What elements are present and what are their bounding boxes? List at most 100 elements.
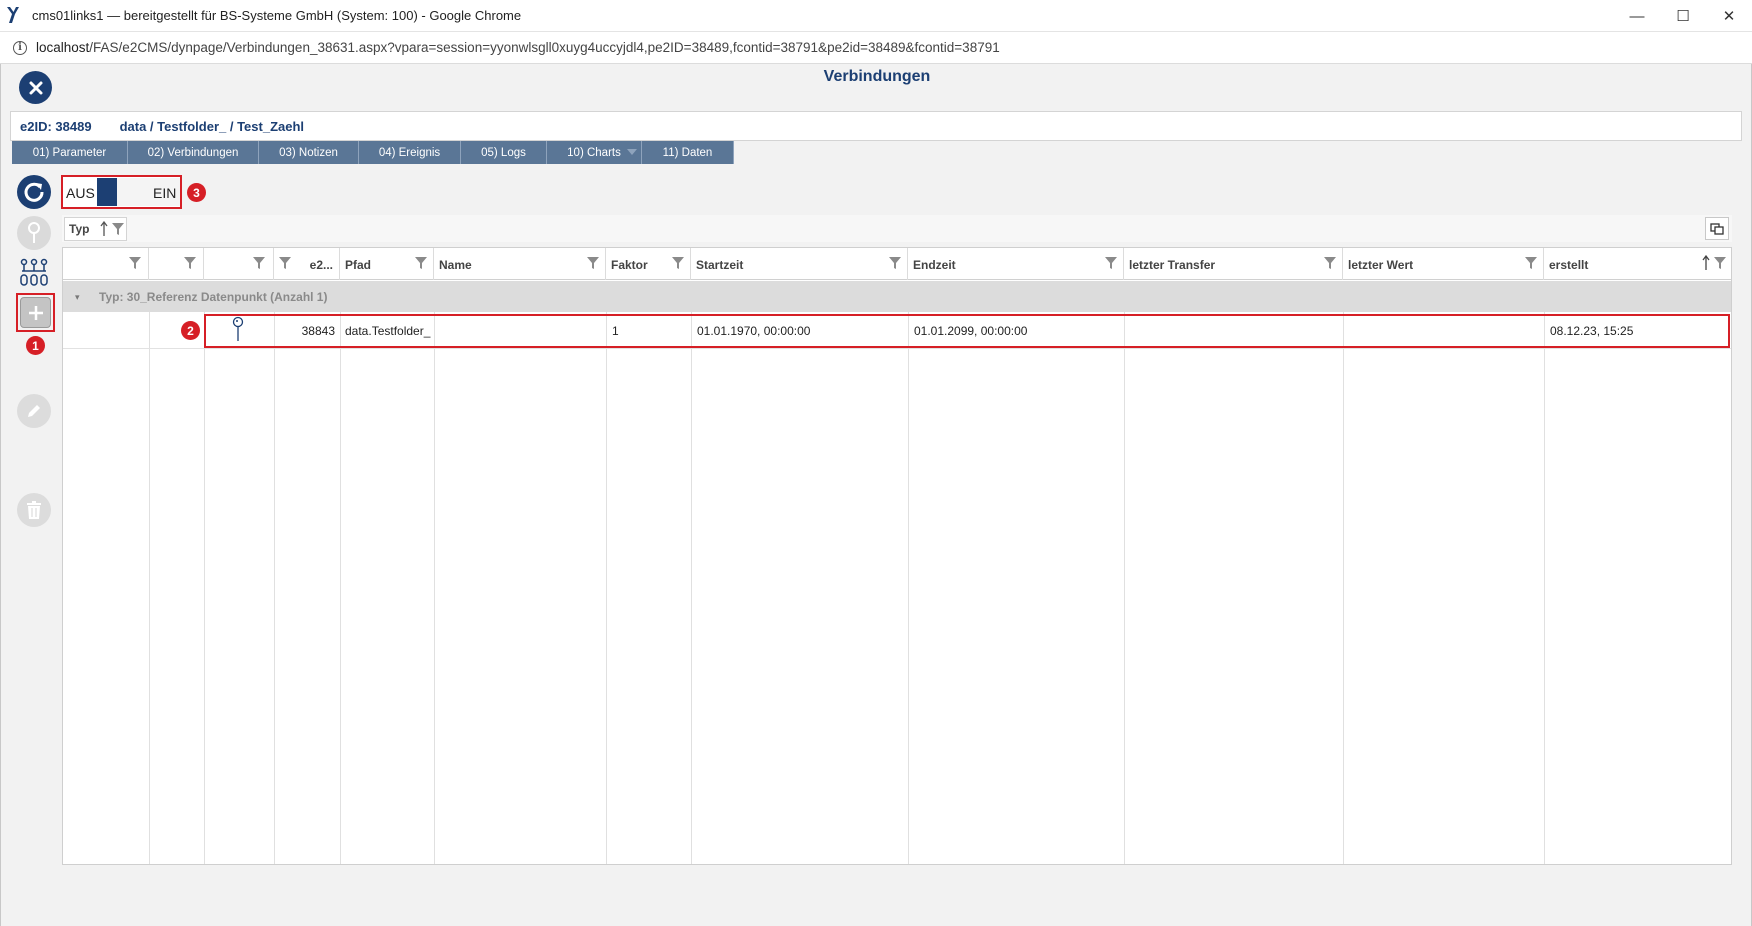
close-dialog-button[interactable] [19, 71, 52, 104]
object-path: data / Testfolder_ / Test_Zaehl [119, 118, 305, 134]
filter-icon[interactable] [278, 256, 292, 270]
page-title: Verbindungen [823, 68, 931, 85]
column-chooser-button[interactable] [1705, 217, 1729, 240]
plus-icon [28, 305, 43, 320]
header-col-endzeit[interactable]: Endzeit [908, 248, 1124, 280]
header-col-e2id[interactable]: e2... [274, 248, 340, 280]
filter-icon[interactable] [1713, 256, 1727, 270]
column-divider [149, 312, 150, 864]
header-name-label: Name [439, 258, 472, 272]
tab-charts[interactable]: 10) Charts [547, 141, 642, 164]
address-bar[interactable]: i localhost/FAS/e2CMS/dynpage/Verbindung… [0, 32, 1752, 64]
grid-header: e2... Pfad Name Faktor Startzeit Endzeit [63, 248, 1731, 280]
add-button-highlight [16, 293, 55, 332]
column-divider [606, 312, 607, 864]
delete-button[interactable] [17, 493, 51, 527]
tree-structure-button[interactable] [17, 256, 51, 290]
minimize-icon: — [1629, 7, 1645, 25]
header-col-faktor[interactable]: Faktor [606, 248, 691, 280]
maximize-button[interactable]: ☐ [1660, 0, 1706, 32]
filter-icon[interactable] [183, 256, 197, 270]
header-col-letzter-wert[interactable]: letzter Wert [1343, 248, 1544, 280]
tab-bar: 01) Parameter 02) Verbindungen 03) Notiz… [12, 141, 734, 164]
collapse-caret-icon[interactable]: ▾ [75, 292, 80, 303]
header-col-erstellt[interactable]: erstellt [1544, 248, 1731, 280]
column-divider [908, 312, 909, 864]
filter-icon[interactable] [128, 256, 142, 270]
header-col-2[interactable] [149, 248, 204, 280]
filter-icon[interactable] [252, 256, 266, 270]
tab-parameter[interactable]: 01) Parameter [12, 141, 128, 164]
header-faktor-label: Faktor [611, 258, 648, 272]
close-icon: ✕ [1722, 8, 1736, 25]
column-divider [691, 312, 692, 864]
aus-ein-toggle[interactable]: AUS EIN [61, 175, 182, 209]
header-e2-label: e2... [309, 258, 333, 272]
header-endzeit-label: Endzeit [913, 258, 956, 272]
toggle-knob[interactable] [97, 178, 117, 206]
toggle-off-label: AUS [66, 185, 95, 201]
filter-icon[interactable] [1104, 256, 1118, 270]
header-col-icon[interactable] [204, 248, 274, 280]
url-host: localhost [36, 40, 90, 55]
header-col-letzter-transfer[interactable]: letzter Transfer [1124, 248, 1343, 280]
annotation-badge-2: 2 [181, 321, 200, 340]
e2id-label: e2ID: 38489 [20, 118, 92, 134]
group-row-label: Typ: 30_Referenz Datenpunkt (Anzahl 1) [99, 290, 328, 304]
table-row[interactable]: 2 38843 data.Testfolder_ 1 01.01.1970, 0… [63, 313, 1731, 349]
column-divider [204, 312, 205, 864]
tab-label: 04) Ereignis [378, 146, 441, 159]
header-pfad-label: Pfad [345, 258, 372, 272]
tab-verbindungen[interactable]: 02) Verbindungen [128, 141, 259, 164]
trash-icon [27, 501, 41, 519]
refresh-button[interactable] [17, 175, 51, 209]
filter-icon[interactable] [111, 222, 125, 236]
chevron-down-icon [627, 149, 637, 155]
column-chooser-icon [1710, 222, 1724, 235]
sort-ascending-icon[interactable] [1701, 255, 1711, 271]
column-divider [1544, 312, 1545, 864]
filter-icon[interactable] [414, 256, 428, 270]
filter-icon[interactable] [671, 256, 685, 270]
header-letzter-transfer-label: letzter Transfer [1129, 258, 1216, 272]
tab-label: 11) Daten [662, 146, 713, 159]
filter-icon[interactable] [1524, 256, 1538, 270]
app-area: Verbindungen e2ID: 38489 data / Testfold… [0, 64, 1752, 926]
tab-notizen[interactable]: 03) Notizen [259, 141, 359, 164]
header-col-1[interactable] [63, 248, 149, 280]
row-highlight-frame [204, 314, 1730, 348]
column-divider [1343, 312, 1344, 864]
header-col-startzeit[interactable]: Startzeit [691, 248, 908, 280]
column-divider [340, 312, 341, 864]
header-letzter-wert-label: letzter Wert [1348, 258, 1414, 272]
annotation-badge-3: 3 [187, 183, 206, 202]
sort-ascending-icon[interactable] [99, 221, 109, 237]
tab-label: 02) Verbindungen [147, 146, 239, 159]
object-header: e2ID: 38489 data / Testfolder_ / Test_Za… [10, 111, 1742, 141]
pin-datapoint-button[interactable] [17, 216, 51, 250]
filter-icon[interactable] [1323, 256, 1337, 270]
window-controls: — ☐ ✕ [1614, 0, 1752, 32]
group-chip-typ[interactable]: Typ [64, 217, 127, 241]
minimize-button[interactable]: — [1614, 0, 1660, 32]
tab-ereignis[interactable]: 04) Ereignis [359, 141, 461, 164]
column-divider [434, 312, 435, 864]
filter-icon[interactable] [888, 256, 902, 270]
header-col-name[interactable]: Name [434, 248, 606, 280]
column-divider [1124, 312, 1125, 864]
edit-button[interactable] [17, 394, 51, 428]
url-text[interactable]: localhost/FAS/e2CMS/dynpage/Verbindungen… [36, 40, 1000, 55]
grouping-panel: Typ [62, 215, 1732, 242]
info-icon[interactable]: i [13, 40, 27, 55]
pin-icon [28, 222, 40, 243]
group-row[interactable]: ▾ Typ: 30_Referenz Datenpunkt (Anzahl 1) [63, 281, 1731, 312]
group-chip-label: Typ [69, 222, 90, 236]
filter-icon[interactable] [586, 256, 600, 270]
header-col-pfad[interactable]: Pfad [340, 248, 434, 280]
close-x-icon [29, 81, 42, 94]
tab-logs[interactable]: 05) Logs [461, 141, 547, 164]
header-erstellt-label: erstellt [1549, 258, 1589, 272]
close-window-button[interactable]: ✕ [1706, 0, 1752, 32]
tab-daten[interactable]: 11) Daten [642, 141, 734, 164]
add-button[interactable] [20, 297, 51, 328]
